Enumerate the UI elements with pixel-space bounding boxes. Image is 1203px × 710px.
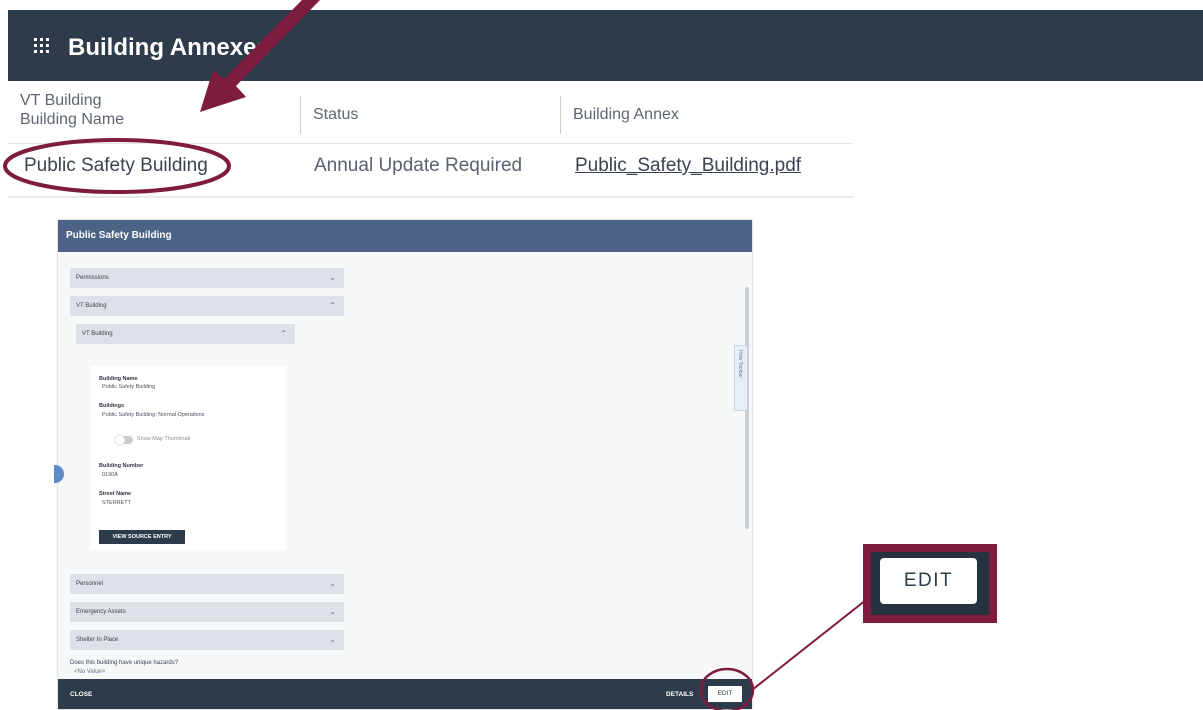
grid-header: Building Annexes [8,10,1203,81]
header-divider [8,143,853,144]
hide-toolbar-tab[interactable]: Hide Toolbar [734,345,748,411]
chevron-down-icon: ⌄ [329,635,336,644]
grid-title: Building Annexes [68,34,270,61]
details-button[interactable]: DETAILS [666,691,693,698]
hazards-value: <No Value> [74,669,106,675]
street-name-value: STERRETT [102,500,132,506]
hide-toolbar-label: Hide Toolbar [737,350,743,378]
accordion-vt-building-inner[interactable]: VT Building ⌃ [76,324,295,344]
column-header-building-name[interactable]: VT Building Building Name [8,81,300,143]
cell-status: Annual Update Required [314,155,523,176]
edit-button-zoomed[interactable]: EDIT [880,558,977,604]
column-header-line1: VT Building [20,92,102,109]
view-source-entry-button[interactable]: VIEW SOURCE ENTRY [99,530,185,544]
hazards-question: Does this building have unique hazards? [70,660,179,666]
edit-button[interactable]: EDIT [708,686,742,702]
close-button[interactable]: CLOSE [70,691,92,698]
accordion-label: Personnel [76,581,104,587]
map-toggle-label: Show Map Thumbnail [137,436,191,442]
map-thumbnail-toggle[interactable] [115,435,133,445]
accordion-label: Permissions [76,275,109,281]
apps-grid-icon[interactable] [34,38,49,53]
chevron-up-icon: ⌃ [280,329,287,338]
building-annexes-grid: Building Annexes VT Building Building Na… [8,10,1203,198]
building-name-label: Building Name [99,376,138,382]
building-name-value: Public Safety Building [102,384,156,390]
building-number-value: 0190A [102,472,118,478]
buildings-label: Buildings [99,403,125,409]
cell-building-name[interactable]: Public Safety Building [24,155,208,177]
buildings-value: Public Safety Building: Normal Operation… [102,412,205,418]
street-name-label: Street Name [99,491,132,497]
chevron-down-icon: ⌄ [329,579,336,588]
accordion-label: VT Building [82,331,113,337]
accordion-label: Shelter In Place [76,637,119,643]
building-detail-modal: Public Safety Building Permissions ⌄ VT … [54,220,752,709]
column-header-line2: Building Name [20,111,125,128]
chevron-down-icon: ⌄ [329,607,336,616]
accordion-label: Emergency Assets [76,609,126,615]
building-number-label: Building Number [99,463,144,469]
row-divider [8,196,853,198]
modal-header: Public Safety Building [58,220,752,252]
modal-body: Permissions ⌄ VT Building ⌃ VT Building … [58,252,752,679]
accordion-permissions[interactable]: Permissions ⌄ [70,268,344,288]
column-header-status[interactable]: Status [300,96,560,134]
accordion-personnel[interactable]: Personnel ⌄ [70,574,344,594]
vt-building-card: Building Name Public Safety Building Bui… [91,366,286,550]
accordion-emergency-assets[interactable]: Emergency Assets ⌄ [70,602,344,622]
column-header-building-annex[interactable]: Building Annex [560,96,1160,134]
accordion-label: VT Building [76,303,107,309]
chevron-down-icon: ⌄ [329,273,336,282]
chevron-up-icon: ⌃ [329,301,336,310]
accordion-vt-building[interactable]: VT Building ⌃ [70,296,344,316]
modal-footer: CLOSE DETAILS EDIT [58,679,752,709]
annex-file-link[interactable]: Public_Safety_Building.pdf [575,155,801,177]
accordion-shelter-in-place[interactable]: Shelter In Place ⌄ [70,630,344,650]
modal-title: Public Safety Building [66,230,172,241]
